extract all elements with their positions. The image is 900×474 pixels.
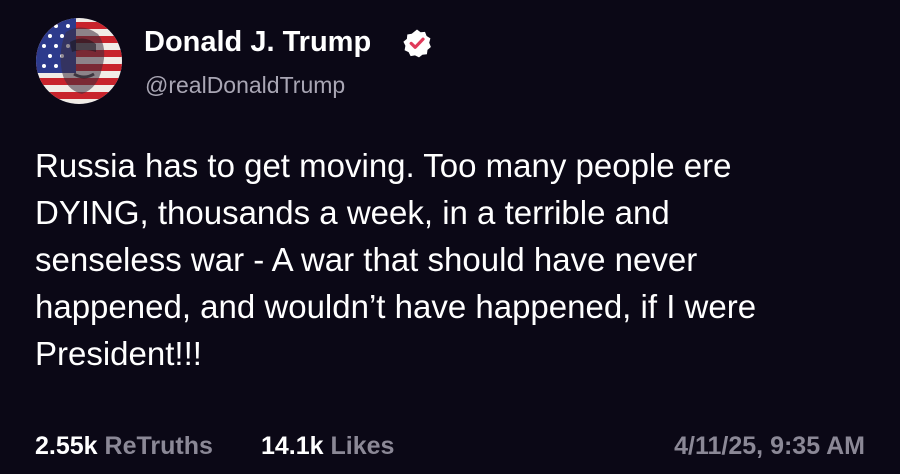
post-text-line: Russia has to get moving. Too many peopl…: [35, 147, 732, 184]
author-display-name[interactable]: Donald J. Trump: [144, 24, 371, 60]
post-footer: 2.55k ReTruths 14.1k Likes 4/11/25, 9:35…: [35, 428, 865, 464]
truth-post: Donald J. Trump @realDonaldTrump Russia …: [0, 0, 900, 474]
retruths-count: 2.55k: [35, 432, 98, 460]
post-text-line: senseless war - A war that should have n…: [35, 241, 698, 278]
post-text: Russia has to get moving. Too many peopl…: [35, 142, 875, 377]
post-text-line: DYING, thousands a week, in a terrible a…: [35, 194, 670, 231]
likes-label: Likes: [330, 432, 395, 460]
likes-stat[interactable]: 14.1k Likes: [261, 428, 394, 464]
post-text-line: President!!!: [35, 335, 202, 372]
avatar[interactable]: [36, 18, 122, 104]
verified-badge-icon: [402, 28, 432, 58]
flag-portrait-avatar-icon: [36, 18, 122, 104]
author-handle[interactable]: @realDonaldTrump: [145, 70, 345, 100]
post-timestamp[interactable]: 4/11/25, 9:35 AM: [674, 428, 865, 464]
post-text-line: happened, and wouldn’t have happened, if…: [35, 288, 757, 325]
retruths-stat[interactable]: 2.55k ReTruths: [35, 428, 213, 464]
retruths-label: ReTruths: [104, 432, 213, 460]
likes-count: 14.1k: [261, 432, 324, 460]
